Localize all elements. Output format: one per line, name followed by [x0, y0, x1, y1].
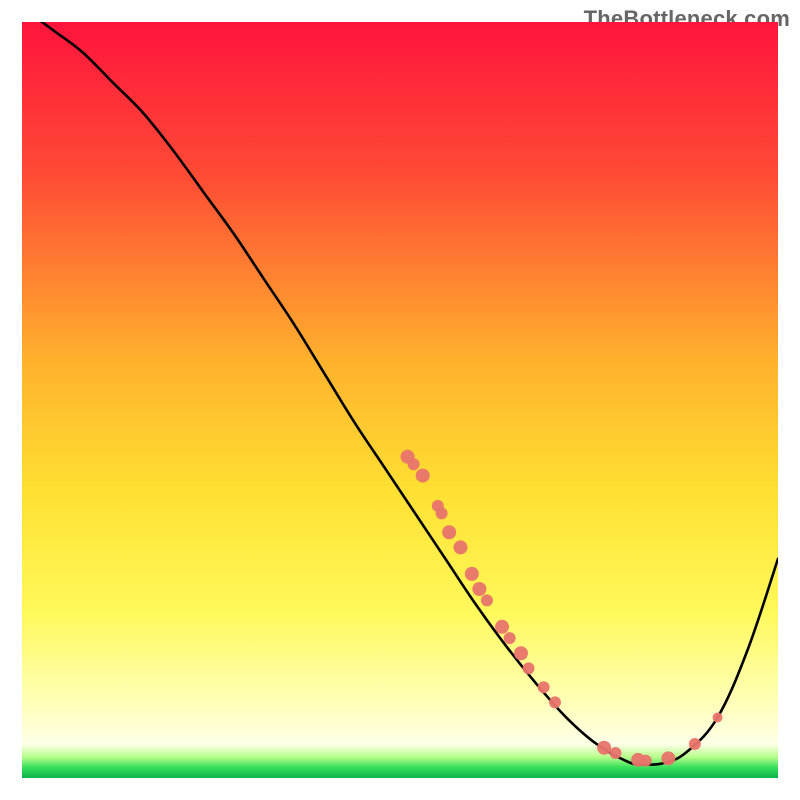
chart-svg [22, 22, 778, 778]
data-point [504, 632, 516, 644]
data-point [416, 469, 430, 483]
data-point [661, 751, 675, 765]
data-point [465, 567, 479, 581]
plot-area [22, 22, 778, 778]
chart-stage: TheBottleneck.com [0, 0, 800, 800]
data-point [523, 662, 535, 674]
data-point [640, 755, 652, 767]
data-point [481, 594, 493, 606]
data-point [472, 582, 486, 596]
data-point [442, 525, 456, 539]
data-point [597, 741, 611, 755]
data-point [453, 540, 467, 554]
data-point [538, 681, 550, 693]
data-point [609, 747, 621, 759]
data-point [408, 458, 420, 470]
data-point [495, 620, 509, 634]
data-point [549, 696, 561, 708]
data-point [514, 646, 528, 660]
gradient-background [22, 22, 778, 778]
data-point [689, 738, 701, 750]
data-point [713, 713, 723, 723]
data-point [436, 507, 448, 519]
